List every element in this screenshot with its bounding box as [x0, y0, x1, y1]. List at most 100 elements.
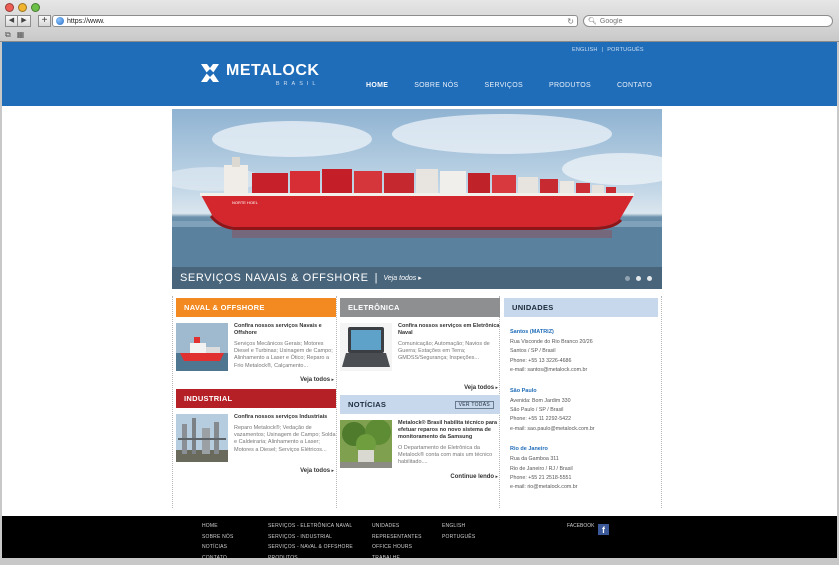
industrial-block: Confira nossos serviços Industriais Repa… [176, 414, 336, 462]
footer-link[interactable]: NOTÍCIAS [202, 544, 234, 552]
slider-dot-2[interactable] [636, 276, 641, 281]
forward-button[interactable]: ▶ [18, 15, 31, 27]
ver-todas-button[interactable]: VER TODAS [454, 400, 494, 409]
add-bookmark-button[interactable]: + [38, 15, 51, 27]
unit-phone: Phone: +55 13 3226-4686 [510, 357, 572, 364]
noticias-body: O Departamento de Eletrônica da Metalock… [398, 445, 493, 466]
section-heading-naval[interactable]: NAVAL & OFFSHORE [176, 298, 336, 317]
slider-dots [625, 276, 652, 281]
slider-dot-3[interactable] [647, 276, 652, 281]
unit-address: Rua Visconde do Rio Branco 20/26 [510, 339, 593, 345]
section-heading-eletronica[interactable]: ELETRÔNICA [340, 298, 500, 317]
eletronica-see-all-link[interactable]: Veja todos [340, 385, 498, 391]
history-buttons: ◀ ▶ [5, 15, 31, 27]
reading-list-icon[interactable]: ⧉ [5, 30, 11, 40]
unit-email[interactable]: e-mail: rio@metalock.com.br [510, 483, 658, 492]
unit-location: Rio de Janeiro / RJ / Brasil [510, 465, 573, 472]
zoom-window-icon[interactable] [31, 3, 40, 12]
address-bar[interactable]: https://www. ↻ [52, 15, 578, 27]
footer-link[interactable]: UNIDADES [372, 523, 422, 531]
unit-city[interactable]: Rio de Janeiro [510, 446, 658, 452]
column-middle: ELETRÔNICA Confira nossos serviços em El… [340, 298, 500, 480]
section-heading-unidades: UNIDADES [504, 298, 658, 317]
hero-see-all-link[interactable]: Veja todos [383, 275, 416, 282]
search-field[interactable]: 🔍︎ [583, 15, 833, 27]
ship-name-label: NORTE HOEL [232, 200, 259, 205]
industrial-see-all-link[interactable]: Veja todos [176, 468, 334, 474]
footer-col-language: ENGLISH PORTUGUÊS [442, 523, 475, 541]
footer-link[interactable]: REPRESENTANTES [372, 534, 422, 542]
column-divider [172, 296, 173, 508]
footer-link[interactable]: OFFICE HOURS [372, 544, 422, 552]
noticias-heading[interactable]: NOTÍCIAS [348, 400, 386, 409]
hero-separator: | [374, 272, 378, 284]
naval-title[interactable]: Confira nossos serviços Navais e Offshor… [234, 323, 336, 337]
unit-phone: Phone: +55 11 2292-5422 [510, 416, 572, 423]
reload-icon[interactable]: ↻ [567, 17, 574, 26]
facebook-icon[interactable]: f [598, 524, 609, 535]
hero-ship-image: NORTE HOEL [172, 114, 662, 289]
nav-servicos[interactable]: SERVIÇOS [485, 82, 523, 89]
site-header: ENGLISH | PORTUGUÊS METALOCK BRASIL HOME S… [2, 42, 837, 106]
footer-link[interactable]: SERVIÇOS - ELETRÔNICA NAVAL [268, 523, 353, 531]
footer-link[interactable]: PORTUGUÊS [442, 534, 475, 542]
unit-santos: Santos (MATRIZ) Rua Visconde do Rio Bran… [504, 329, 658, 376]
unit-city[interactable]: São Paulo [510, 388, 658, 394]
logo-mark-icon [201, 64, 219, 82]
eletronica-thumbnail[interactable] [340, 323, 392, 371]
column-divider [661, 296, 662, 508]
search-icon: 🔍︎ [588, 18, 597, 25]
minimize-window-icon[interactable] [18, 3, 27, 12]
footer-link[interactable]: ENGLISH [442, 523, 475, 531]
industrial-thumbnail[interactable] [176, 414, 228, 462]
eletronica-title[interactable]: Confira nossos serviços em Eletrônica Na… [398, 323, 500, 337]
unit-location: São Paulo / SP / Brasil [510, 407, 564, 414]
nav-home[interactable]: HOME [366, 82, 388, 89]
footer-link[interactable]: HOME [202, 523, 234, 531]
unit-email[interactable]: e-mail: sao.paulo@metalock.com.br [510, 425, 658, 434]
column-divider [336, 296, 337, 508]
logo-name: METALOCK [226, 62, 320, 79]
lang-portuguese-link[interactable]: PORTUGUÊS [607, 47, 644, 53]
noticias-title[interactable]: Metalock® Brasil habilita técnico para e… [398, 420, 500, 441]
section-heading-noticias: NOTÍCIAS VER TODAS [340, 395, 500, 414]
unit-city[interactable]: Santos (MATRIZ) [510, 329, 658, 335]
window-controls [5, 3, 40, 12]
naval-see-all-link[interactable]: Veja todos [176, 377, 334, 383]
url-text[interactable]: https://www. [67, 18, 567, 25]
logo-subtitle: BRASIL [275, 81, 320, 87]
noticias-thumbnail[interactable] [340, 420, 392, 468]
unit-location: Santos / SP / Brasil [510, 348, 556, 355]
metalock-logo[interactable]: METALOCK BRASIL [201, 62, 319, 87]
top-sites-icon[interactable]: ▦ [17, 30, 25, 40]
nav-sobre-nos[interactable]: SOBRE NÓS [414, 82, 458, 89]
lang-english-link[interactable]: ENGLISH [572, 47, 598, 53]
back-button[interactable]: ◀ [5, 15, 18, 27]
footer-facebook-label: FACEBOOK [567, 523, 595, 529]
footer-link[interactable]: SOBRE NÓS [202, 534, 234, 542]
industrial-title[interactable]: Confira nossos serviços Industriais [234, 414, 336, 421]
footer-link[interactable]: SERVIÇOS - INDUSTRIAL [268, 534, 353, 542]
slider-dot-1[interactable] [625, 276, 630, 281]
naval-block: Confira nossos serviços Navais e Offshor… [176, 323, 336, 371]
hero-slider[interactable]: NORTE HOEL SERVIÇOS NAVAIS & OFFSHORE | … [172, 109, 662, 289]
bookmarks-bar: ⧉ ▦ [5, 30, 24, 40]
browser-toolbar: ◀ ▶ + https://www. ↻ 🔍︎ ⧉ ▦ [0, 0, 839, 42]
unit-address: Avenida: Bom Jardim 330 [510, 397, 571, 404]
naval-thumbnail[interactable] [176, 323, 228, 371]
noticias-continue-link[interactable]: Continue lendo [340, 474, 498, 480]
globe-icon [56, 17, 64, 25]
footer-link[interactable]: SERVIÇOS - NAVAL & OFFSHORE [268, 544, 353, 552]
window-border-bottom [0, 558, 839, 565]
close-window-icon[interactable] [5, 3, 14, 12]
search-input[interactable] [599, 17, 800, 25]
section-heading-industrial[interactable]: INDUSTRIAL [176, 389, 336, 408]
nav-contato[interactable]: CONTATO [617, 82, 652, 89]
unit-address: Rua da Gamboa 311 [510, 456, 559, 463]
footer-col-main: HOME SOBRE NÓS NOTÍCIAS CONTATO [202, 523, 234, 562]
nav-produtos[interactable]: PRODUTOS [549, 82, 591, 89]
footer-col-services: SERVIÇOS - ELETRÔNICA NAVAL SERVIÇOS - I… [268, 523, 353, 562]
hero-caption: SERVIÇOS NAVAIS & OFFSHORE | Veja todos … [172, 267, 662, 289]
site-footer: HOME SOBRE NÓS NOTÍCIAS CONTATO SERVIÇOS… [2, 516, 837, 561]
unit-email[interactable]: e-mail: santos@metalock.com.br [510, 366, 658, 375]
